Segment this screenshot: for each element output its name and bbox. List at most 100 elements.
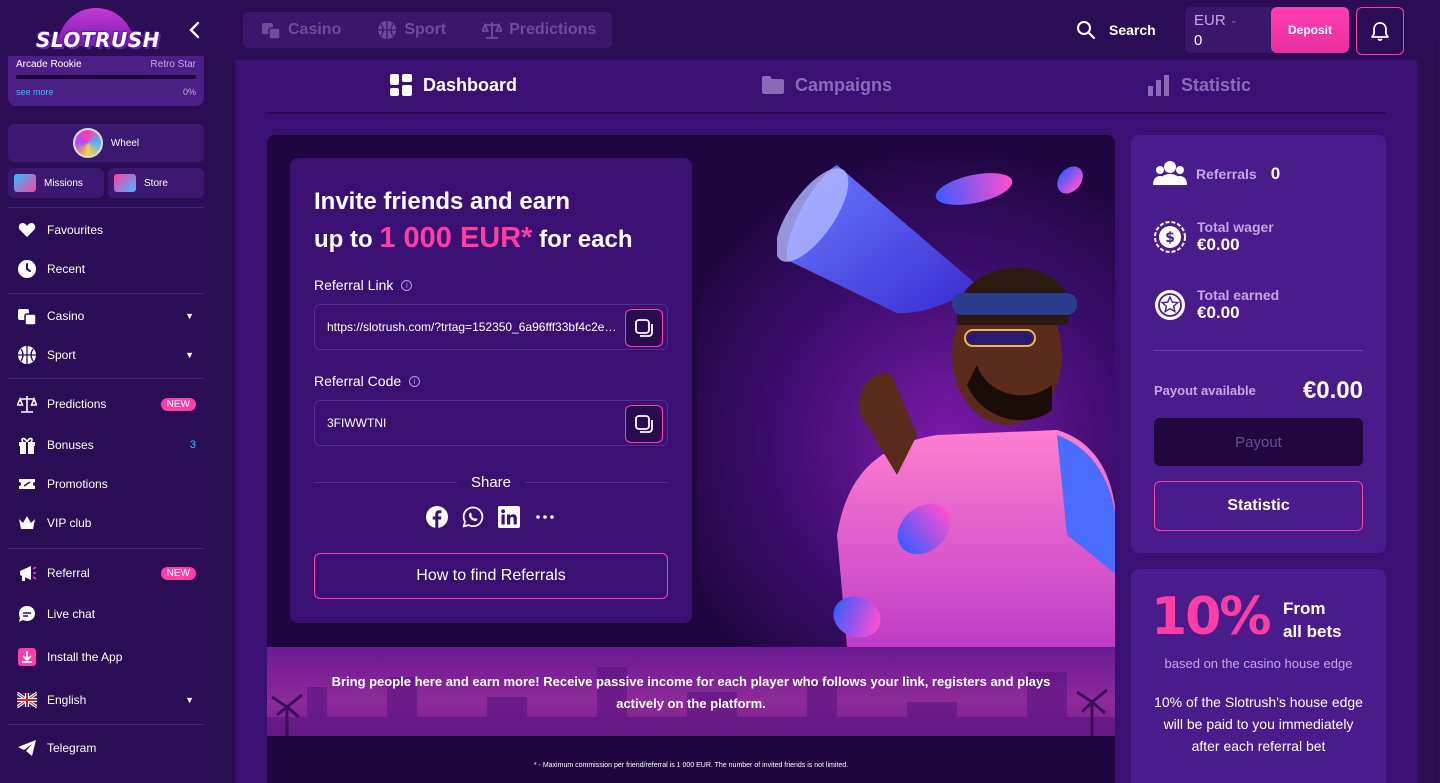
- new-badge: NEW: [160, 397, 196, 411]
- basketball-icon: [378, 21, 397, 39]
- sidebar-item-casino[interactable]: Casino ▼: [16, 304, 200, 328]
- wheel-button[interactable]: Wheel: [8, 124, 204, 162]
- divider: [8, 378, 204, 379]
- whatsapp-icon[interactable]: [462, 506, 484, 528]
- facebook-icon[interactable]: [426, 506, 448, 528]
- chevron-left-icon[interactable]: [185, 18, 205, 42]
- tab-label: Predictions: [509, 21, 597, 38]
- copy-link-button[interactable]: [625, 309, 663, 347]
- referrals-label: Referrals: [1196, 166, 1257, 182]
- tab-label: Dashboard: [423, 74, 518, 95]
- linkedin-icon[interactable]: [498, 506, 520, 528]
- how-to-find-referrals-button[interactable]: How to find Referrals: [314, 553, 668, 599]
- referral-link-label: Referral Link i: [314, 277, 413, 293]
- sidebar-item-label: VIP club: [47, 516, 92, 530]
- tab-predictions[interactable]: Predictions: [464, 20, 614, 40]
- tab-label: Sport: [404, 21, 447, 38]
- share-icons: [426, 506, 556, 528]
- sidebar-item-sport[interactable]: Sport ▼: [16, 343, 200, 367]
- ticket-icon: [16, 473, 38, 495]
- commission-percent: 10%: [1151, 587, 1271, 647]
- sidebar-item-install-app[interactable]: Install the App: [16, 645, 200, 669]
- promo-subtitle: based on the casino house edge: [1164, 656, 1353, 671]
- referral-code-value: 3FIWWTNI: [327, 416, 387, 430]
- subtabs-underline: [267, 112, 1386, 114]
- share-divider: Share: [314, 471, 668, 493]
- deposit-button[interactable]: Deposit: [1271, 7, 1349, 53]
- info-icon[interactable]: i: [409, 375, 421, 387]
- store-button[interactable]: Store: [108, 168, 204, 198]
- referral-code-field[interactable]: 3FIWWTNI: [314, 400, 668, 446]
- more-icon[interactable]: [534, 506, 556, 528]
- total-earned-text: Total earned €0.00: [1197, 287, 1279, 323]
- sidebar-item-referral[interactable]: Referral NEW: [16, 561, 200, 585]
- logo-text: SLOTRUSH: [36, 28, 160, 52]
- sidebar-item-predictions[interactable]: Predictions NEW: [16, 392, 200, 416]
- sidebar-item-bonuses[interactable]: Bonuses 3: [16, 433, 200, 457]
- grid-icon: [390, 74, 412, 96]
- telegram-icon: [16, 737, 38, 759]
- sidebar-item-label: English: [47, 693, 87, 707]
- clock-icon: [16, 258, 38, 280]
- sidebar-item-label: Predictions: [47, 397, 107, 411]
- referral-link-label-text: Referral Link: [314, 277, 394, 293]
- wheel-icon: [72, 128, 103, 158]
- info-icon[interactable]: i: [401, 279, 413, 291]
- rank-next: Retro Star: [150, 59, 196, 70]
- users-icon: [1153, 161, 1187, 185]
- total-earned-label: Total earned: [1197, 287, 1280, 303]
- sidebar-item-vip-club[interactable]: VIP club: [16, 511, 200, 535]
- copy-icon: [635, 319, 653, 337]
- scales-icon: [16, 393, 38, 415]
- svg-text:$: $: [1165, 230, 1175, 246]
- folder-icon: [762, 76, 784, 94]
- sidebar-item-recent[interactable]: Recent: [16, 257, 200, 281]
- divider: [314, 481, 457, 483]
- sidebar-item-label: Promotions: [47, 477, 108, 491]
- search-label: Search: [1109, 22, 1156, 38]
- bar-chart-icon: [1148, 75, 1169, 96]
- logo-row: SLOTRUSH: [0, 0, 212, 60]
- dice-icon: [262, 23, 281, 40]
- new-badge: NEW: [160, 566, 196, 580]
- chevron-down-icon: ▼: [185, 695, 194, 705]
- divider: [8, 207, 204, 208]
- notifications-button[interactable]: [1356, 7, 1404, 55]
- see-more-link[interactable]: see more: [16, 87, 54, 97]
- sidebar-item-label: Live chat: [47, 607, 96, 621]
- search-button[interactable]: Search: [1076, 18, 1156, 42]
- footnote-area: [267, 736, 1115, 783]
- tab-dashboard[interactable]: Dashboard: [389, 72, 517, 98]
- missions-button[interactable]: Missions: [8, 168, 104, 198]
- person-illustration: [837, 267, 1115, 647]
- tab-label: Casino: [288, 21, 342, 38]
- commission-from: From all bets: [1283, 597, 1342, 643]
- tab-campaigns[interactable]: Campaigns: [761, 72, 892, 98]
- sidebar-item-language[interactable]: English ▼: [16, 688, 200, 712]
- referral-stats-card: Referrals 0 $ Total wager €0.00 Total ea…: [1131, 135, 1386, 553]
- copy-code-button[interactable]: [625, 405, 663, 443]
- sidebar-item-label: Referral: [47, 566, 90, 580]
- page-scrollbar[interactable]: [1434, 38, 1438, 783]
- coin-star-icon: [1155, 290, 1185, 320]
- total-wager-label: Total wager: [1197, 219, 1274, 235]
- divider: [1154, 350, 1363, 351]
- referral-link-field[interactable]: https://slotrush.com/?trtag=152350_6a96f…: [314, 304, 668, 350]
- gift-icon: [16, 434, 38, 456]
- tab-sport[interactable]: Sport: [359, 20, 464, 40]
- sidebar-item-live-chat[interactable]: Live chat: [16, 602, 200, 626]
- sidebar-item-telegram[interactable]: Telegram: [16, 736, 200, 760]
- divider: [8, 724, 204, 725]
- sidebar-item-favourites[interactable]: Favourites: [16, 218, 200, 242]
- commission-footnote: * - Maximum commission per friend/referr…: [533, 762, 849, 769]
- sidebar-item-promotions[interactable]: Promotions: [16, 472, 200, 496]
- payout-button[interactable]: Payout: [1154, 418, 1363, 466]
- slotrush-logo[interactable]: SLOTRUSH: [36, 6, 160, 54]
- search-icon: [1077, 21, 1096, 40]
- referral-code-label: Referral Code i: [314, 373, 421, 389]
- statistic-button[interactable]: Statistic: [1154, 481, 1363, 531]
- tab-casino[interactable]: Casino: [243, 20, 359, 40]
- tab-statistic[interactable]: Statistic: [1147, 72, 1251, 98]
- referral-subtabs: Dashboard Campaigns Statistic: [267, 60, 1386, 114]
- chat-icon: [16, 603, 38, 625]
